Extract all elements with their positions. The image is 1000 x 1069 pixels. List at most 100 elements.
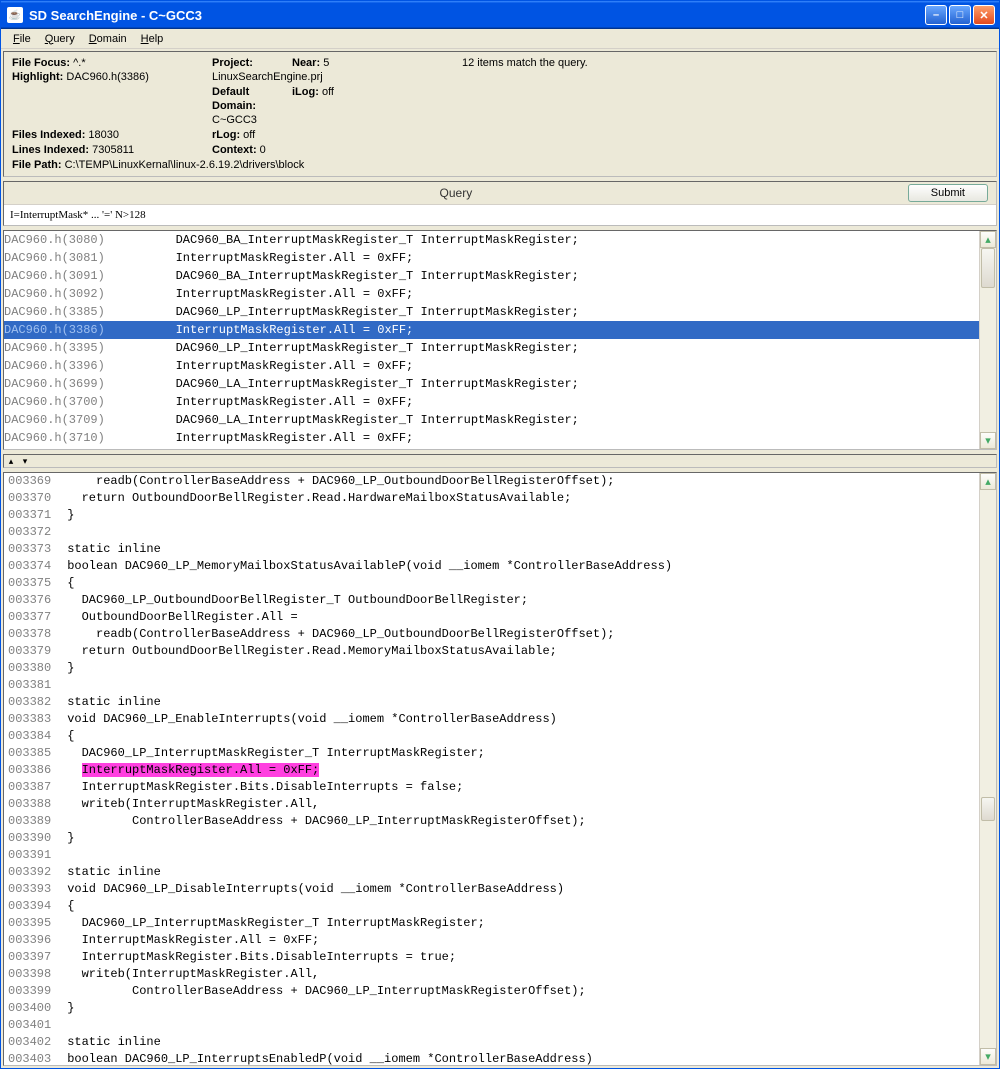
result-row[interactable]: DAC960.h(3699) DAC960_LA_InterruptMaskRe… bbox=[4, 375, 996, 393]
code-line: 003370 return OutboundDoorBellRegister.R… bbox=[4, 490, 996, 507]
scroll-thumb[interactable] bbox=[981, 797, 995, 821]
line-text: return OutboundDoorBellRegister.Read.Har… bbox=[60, 490, 571, 507]
splitter-down-icon[interactable]: ▾ bbox=[18, 456, 32, 467]
line-number: 003370 bbox=[4, 490, 60, 507]
near-label: Near: bbox=[292, 57, 320, 69]
titlebar[interactable]: ☕ SD SearchEngine - C~GCC3 – □ ✕ bbox=[1, 1, 999, 29]
result-code: InterruptMaskRegister.All = 0xFF; bbox=[154, 357, 413, 375]
code-line: 003392 static inline bbox=[4, 864, 996, 881]
result-row[interactable]: DAC960.h(3385) DAC960_LP_InterruptMaskRe… bbox=[4, 303, 996, 321]
code-line: 003371 } bbox=[4, 507, 996, 524]
line-text: OutboundDoorBellRegister.All = bbox=[60, 609, 298, 626]
line-number: 003376 bbox=[4, 592, 60, 609]
result-location: DAC960.h(3091) bbox=[4, 267, 154, 285]
line-text: InterruptMaskRegister.Bits.DisableInterr… bbox=[60, 949, 456, 966]
line-number: 003387 bbox=[4, 779, 60, 796]
result-code: InterruptMaskRegister.All = 0xFF; bbox=[154, 321, 413, 339]
code-line: 003372 bbox=[4, 524, 996, 541]
code-line: 003393 void DAC960_LP_DisableInterrupts(… bbox=[4, 881, 996, 898]
code-line: 003384 { bbox=[4, 728, 996, 745]
line-text: static inline bbox=[60, 694, 161, 711]
menu-query[interactable]: Query bbox=[39, 31, 81, 47]
line-number: 003397 bbox=[4, 949, 60, 966]
lines-indexed-value: 7305811 bbox=[92, 144, 134, 156]
splitter[interactable]: ▴ ▾ bbox=[3, 454, 997, 468]
file-path-value: C:\TEMP\LinuxKernal\linux-2.6.19.2\drive… bbox=[65, 159, 305, 171]
code-view[interactable]: 003369 readb(ControllerBaseAddress + DAC… bbox=[4, 473, 996, 1066]
submit-button[interactable]: Submit bbox=[908, 184, 988, 202]
line-text: readb(ControllerBaseAddress + DAC960_LP_… bbox=[60, 473, 615, 490]
result-row[interactable]: DAC960.h(3081) InterruptMaskRegister.All… bbox=[4, 249, 996, 267]
menu-file[interactable]: File bbox=[7, 31, 37, 47]
code-scrollbar[interactable]: ▴ ▾ bbox=[979, 473, 996, 1065]
ilog-value: off bbox=[322, 86, 334, 98]
code-line: 003379 return OutboundDoorBellRegister.R… bbox=[4, 643, 996, 660]
results-pane: DAC960.h(3080) DAC960_BA_InterruptMaskRe… bbox=[3, 230, 997, 450]
maximize-button[interactable]: □ bbox=[949, 5, 971, 25]
code-line: 003369 readb(ControllerBaseAddress + DAC… bbox=[4, 473, 996, 490]
scroll-thumb[interactable] bbox=[981, 248, 995, 288]
line-number: 003384 bbox=[4, 728, 60, 745]
scroll-up-icon[interactable]: ▴ bbox=[980, 473, 996, 490]
results-list[interactable]: DAC960.h(3080) DAC960_BA_InterruptMaskRe… bbox=[4, 231, 996, 447]
scroll-down-icon[interactable]: ▾ bbox=[980, 1048, 996, 1065]
line-text: ControllerBaseAddress + DAC960_LP_Interr… bbox=[60, 983, 586, 1000]
code-line: 003388 writeb(InterruptMaskRegister.All, bbox=[4, 796, 996, 813]
line-number: 003381 bbox=[4, 677, 60, 694]
code-line: 003386 InterruptMaskRegister.All = 0xFF; bbox=[4, 762, 996, 779]
code-line: 003382 static inline bbox=[4, 694, 996, 711]
query-panel: Query Submit I=InterruptMask* ... '=' N>… bbox=[3, 181, 997, 226]
line-number: 003391 bbox=[4, 847, 60, 864]
line-text: } bbox=[60, 830, 74, 847]
result-row[interactable]: DAC960.h(3091) DAC960_BA_InterruptMaskRe… bbox=[4, 267, 996, 285]
ilog-label: iLog: bbox=[292, 86, 319, 98]
context-value: 0 bbox=[260, 144, 266, 156]
line-text: void DAC960_LP_DisableInterrupts(void __… bbox=[60, 881, 564, 898]
line-number: 003399 bbox=[4, 983, 60, 1000]
line-number: 003392 bbox=[4, 864, 60, 881]
result-location: DAC960.h(3092) bbox=[4, 285, 154, 303]
line-text: DAC960_LP_OutboundDoorBellRegister_T Out… bbox=[60, 592, 528, 609]
highlight-value: DAC960.h(3386) bbox=[66, 71, 149, 83]
result-row[interactable]: DAC960.h(3709) DAC960_LA_InterruptMaskRe… bbox=[4, 411, 996, 429]
line-number: 003377 bbox=[4, 609, 60, 626]
rlog-label: rLog: bbox=[212, 129, 240, 141]
highlight-span: InterruptMaskRegister.All = 0xFF; bbox=[82, 763, 320, 777]
menu-help[interactable]: Help bbox=[135, 31, 170, 47]
code-pane: 003369 readb(ControllerBaseAddress + DAC… bbox=[3, 472, 997, 1066]
splitter-up-icon[interactable]: ▴ bbox=[4, 456, 18, 467]
scroll-up-icon[interactable]: ▴ bbox=[980, 231, 996, 248]
default-domain-label: Default Domain: bbox=[212, 86, 256, 112]
code-line: 003387 InterruptMaskRegister.Bits.Disabl… bbox=[4, 779, 996, 796]
menu-domain[interactable]: Domain bbox=[83, 31, 133, 47]
result-row[interactable]: DAC960.h(3710) InterruptMaskRegister.All… bbox=[4, 429, 996, 447]
minimize-button[interactable]: – bbox=[925, 5, 947, 25]
result-row[interactable]: DAC960.h(3700) InterruptMaskRegister.All… bbox=[4, 393, 996, 411]
line-number: 003393 bbox=[4, 881, 60, 898]
result-code: DAC960_LP_InterruptMaskRegister_T Interr… bbox=[154, 303, 579, 321]
code-line: 003374 boolean DAC960_LP_MemoryMailboxSt… bbox=[4, 558, 996, 575]
close-button[interactable]: ✕ bbox=[973, 5, 995, 25]
result-row[interactable]: DAC960.h(3396) InterruptMaskRegister.All… bbox=[4, 357, 996, 375]
result-location: DAC960.h(3699) bbox=[4, 375, 154, 393]
scroll-down-icon[interactable]: ▾ bbox=[980, 432, 996, 449]
results-scrollbar[interactable]: ▴ ▾ bbox=[979, 231, 996, 449]
code-line: 003400 } bbox=[4, 1000, 996, 1017]
result-row[interactable]: DAC960.h(3092) InterruptMaskRegister.All… bbox=[4, 285, 996, 303]
line-text: return OutboundDoorBellRegister.Read.Mem… bbox=[60, 643, 557, 660]
code-line: 003395 DAC960_LP_InterruptMaskRegister_T… bbox=[4, 915, 996, 932]
result-location: DAC960.h(3081) bbox=[4, 249, 154, 267]
line-text: writeb(InterruptMaskRegister.All, bbox=[60, 796, 319, 813]
code-line: 003399 ControllerBaseAddress + DAC960_LP… bbox=[4, 983, 996, 1000]
file-path-label: File Path: bbox=[12, 159, 62, 171]
default-domain-value: C~GCC3 bbox=[212, 114, 257, 126]
result-location: DAC960.h(3080) bbox=[4, 231, 154, 249]
file-focus-label: File Focus: bbox=[12, 57, 70, 69]
line-text: } bbox=[60, 1000, 74, 1017]
result-row[interactable]: DAC960.h(3395) DAC960_LP_InterruptMaskRe… bbox=[4, 339, 996, 357]
line-number: 003401 bbox=[4, 1017, 60, 1034]
query-input[interactable]: I=InterruptMask* ... '=' N>128 bbox=[4, 204, 996, 225]
result-row[interactable]: DAC960.h(3386) InterruptMaskRegister.All… bbox=[4, 321, 996, 339]
result-row[interactable]: DAC960.h(3080) DAC960_BA_InterruptMaskRe… bbox=[4, 231, 996, 249]
line-text: InterruptMaskRegister.All = 0xFF; bbox=[60, 932, 319, 949]
